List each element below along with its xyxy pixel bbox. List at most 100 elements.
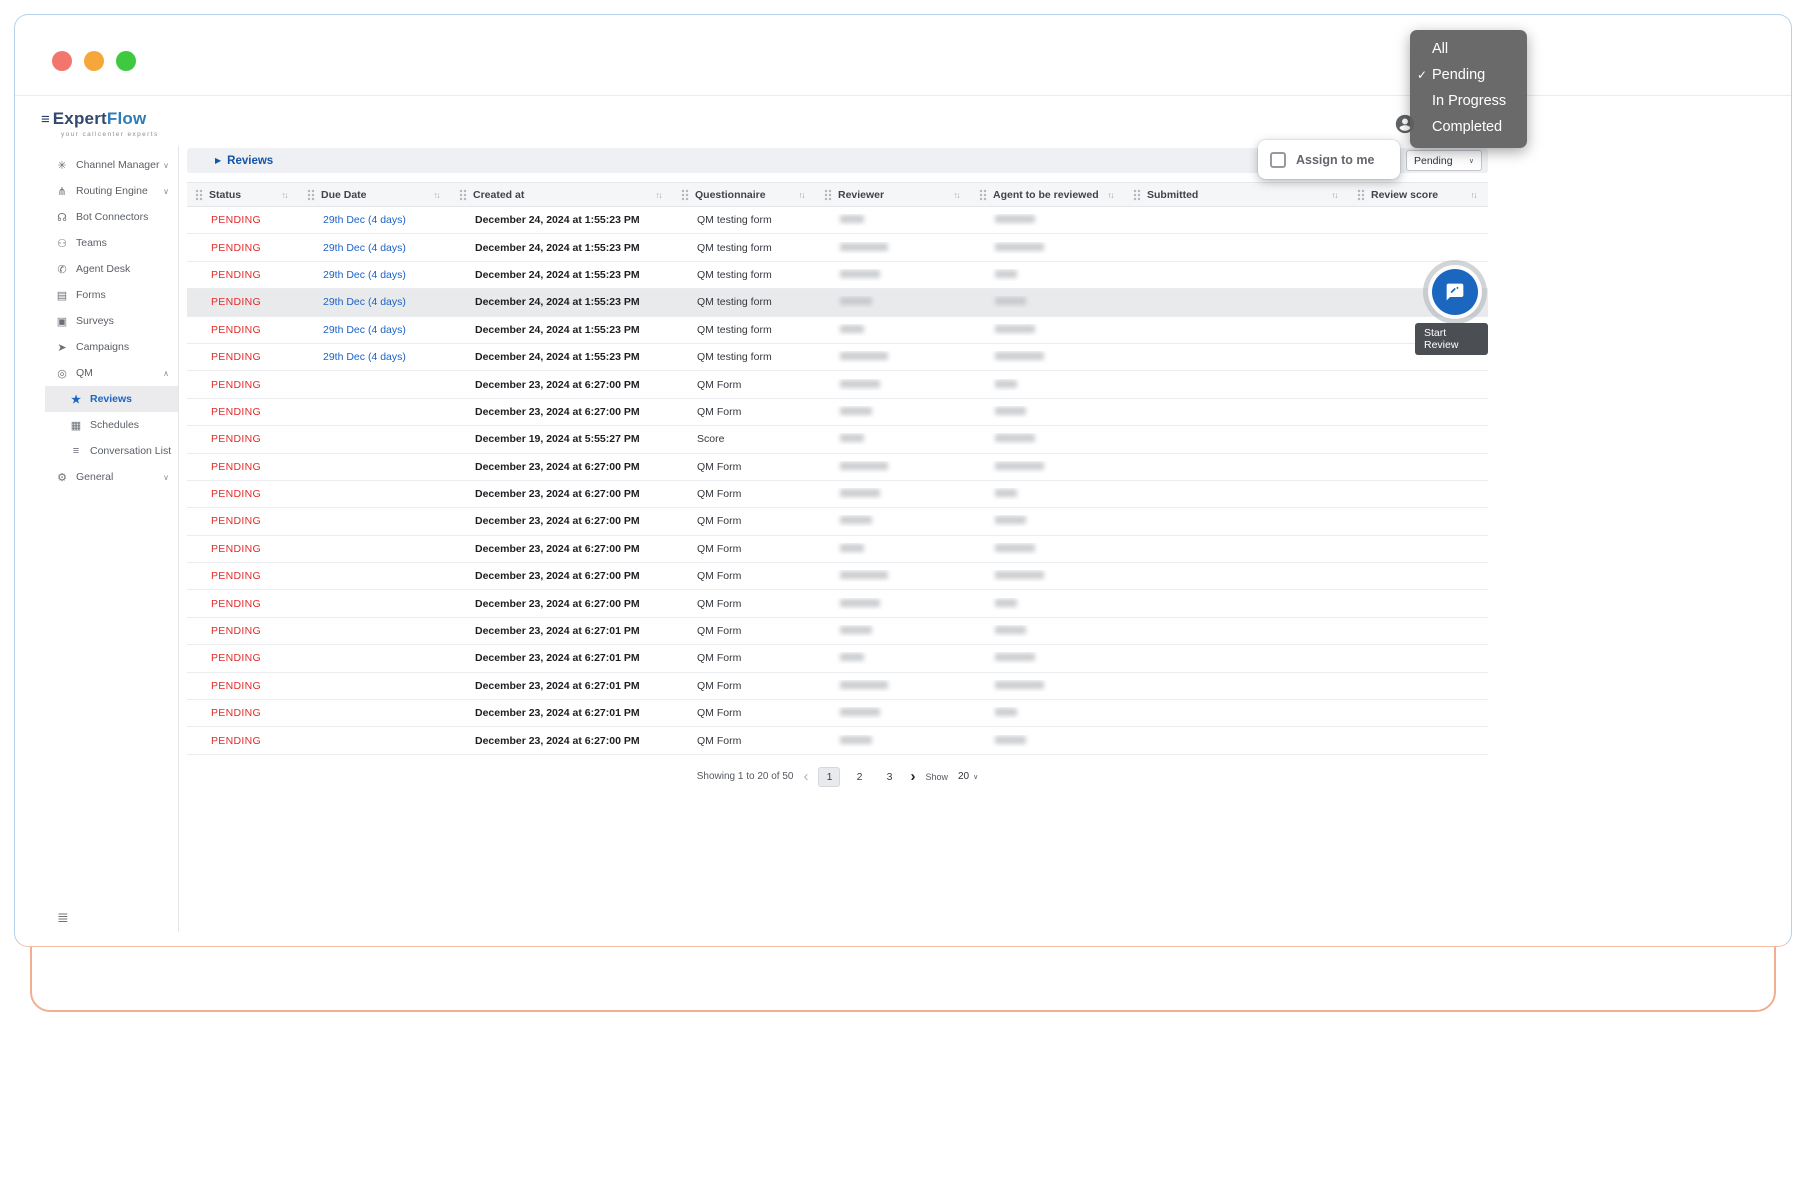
table-row[interactable]: PENDING December 23, 2024 at 6:27:01 PM QM… <box>187 673 1488 701</box>
chevron-down-icon[interactable]: ∨ <box>163 187 169 196</box>
column-header-review-score[interactable]: Review score ↑↓ <box>1349 183 1488 206</box>
sidebar-item-qm[interactable]: ◎ QM ∧ <box>45 360 178 386</box>
sort-icon[interactable]: ↑↓ <box>954 190 961 200</box>
table-row[interactable]: PENDING December 23, 2024 at 6:27:00 PM QM… <box>187 727 1488 755</box>
minimize-button[interactable] <box>84 51 104 71</box>
due-date-link[interactable]: 29th Dec (4 days) <box>323 242 406 254</box>
questionnaire-text: QM testing form <box>697 268 772 281</box>
sort-icon[interactable]: ↑↓ <box>282 190 289 200</box>
table-row[interactable]: PENDING December 23, 2024 at 6:27:00 PM QM… <box>187 563 1488 591</box>
column-header-status[interactable]: Status ↑↓ <box>187 183 299 206</box>
zoom-button[interactable] <box>116 51 136 71</box>
sort-icon[interactable]: ↑↓ <box>434 190 441 200</box>
reviewer-redacted <box>840 708 880 717</box>
table-row[interactable]: PENDING 29th Dec (4 days) December 24, 202… <box>187 289 1488 317</box>
dropdown-option-pending[interactable]: ✓ Pending <box>1410 62 1527 88</box>
drag-handle-icon[interactable] <box>824 188 832 201</box>
status-filter-select[interactable]: Pending ∨ <box>1406 150 1482 171</box>
due-date-link[interactable]: 29th Dec (4 days) <box>323 296 406 308</box>
sort-icon[interactable]: ↑↓ <box>1108 190 1115 200</box>
drag-handle-icon[interactable] <box>307 188 315 201</box>
sidebar-item-forms[interactable]: ▤ Forms <box>45 282 178 308</box>
chevron-down-icon[interactable]: ∨ <box>163 473 169 482</box>
dropdown-option-in-progress[interactable]: In Progress <box>1410 88 1527 114</box>
sidebar-item-routing-engine[interactable]: ⋔ Routing Engine ∨ <box>45 178 178 204</box>
created-at-text: December 23, 2024 at 6:27:00 PM <box>475 734 640 747</box>
surveys-icon: ▣ <box>56 315 68 328</box>
status-badge: PENDING <box>211 241 261 254</box>
column-header-created-at[interactable]: Created at ↑↓ <box>451 183 673 206</box>
due-date-link[interactable]: 29th Dec (4 days) <box>323 351 406 363</box>
assign-to-me-control[interactable]: Assign to me <box>1258 140 1400 179</box>
table-row[interactable]: PENDING 29th Dec (4 days) December 24, 202… <box>187 344 1488 372</box>
sidebar-item-agent-desk[interactable]: ✆ Agent Desk <box>45 256 178 282</box>
table-row[interactable]: PENDING 29th Dec (4 days) December 24, 202… <box>187 234 1488 262</box>
sidebar-item-reviews[interactable]: ★ Reviews <box>45 386 178 412</box>
page-size-select[interactable]: 20 ∨ <box>958 771 978 782</box>
page-button-2[interactable]: 2 <box>848 767 870 787</box>
next-page-button[interactable]: › <box>910 768 915 785</box>
table-row[interactable]: PENDING December 19, 2024 at 5:55:27 PM Sc… <box>187 426 1488 454</box>
table-row[interactable]: PENDING December 23, 2024 at 6:27:00 PM QM… <box>187 536 1488 564</box>
sidebar-item-conversation-list[interactable]: ≡ Conversation List <box>45 438 178 464</box>
due-date-link[interactable]: 29th Dec (4 days) <box>323 324 406 336</box>
close-button[interactable] <box>52 51 72 71</box>
column-header-submitted[interactable]: Submitted ↑↓ <box>1125 183 1349 206</box>
table-row[interactable]: PENDING December 23, 2024 at 6:27:00 PM QM… <box>187 399 1488 427</box>
sidebar-item-schedules[interactable]: ▦ Schedules <box>45 412 178 438</box>
table-row[interactable]: PENDING December 23, 2024 at 6:27:00 PM QM… <box>187 508 1488 536</box>
sidebar-item-campaigns[interactable]: ➤ Campaigns <box>45 334 178 360</box>
sidebar-item-surveys[interactable]: ▣ Surveys <box>45 308 178 334</box>
sort-icon[interactable]: ↑↓ <box>1332 190 1339 200</box>
start-review-button[interactable] <box>1432 269 1478 315</box>
column-header-reviewer[interactable]: Reviewer ↑↓ <box>816 183 971 206</box>
due-date-link[interactable]: 29th Dec (4 days) <box>323 269 406 281</box>
created-at-text: December 24, 2024 at 1:55:23 PM <box>475 296 640 309</box>
reviewer-redacted <box>840 653 864 662</box>
reviewer-redacted <box>840 242 888 251</box>
drag-handle-icon[interactable] <box>681 188 689 201</box>
questionnaire-text: QM Form <box>697 679 742 692</box>
drag-handle-icon[interactable] <box>195 188 203 201</box>
chevron-down-icon[interactable]: ∨ <box>163 161 169 170</box>
table-row[interactable]: PENDING December 23, 2024 at 6:27:01 PM QM… <box>187 700 1488 728</box>
assign-to-me-checkbox[interactable] <box>1270 151 1286 168</box>
drag-handle-icon[interactable] <box>979 188 987 201</box>
sidebar-footer-list-icon[interactable]: ≣ <box>57 909 69 926</box>
column-header-agent-to-be-reviewed[interactable]: Agent to be reviewed ↑↓ <box>971 183 1125 206</box>
table-row[interactable]: PENDING 29th Dec (4 days) December 24, 202… <box>187 262 1488 290</box>
sidebar-item-general[interactable]: ⚙ General ∨ <box>45 464 178 490</box>
table-row[interactable]: PENDING December 23, 2024 at 6:27:01 PM QM… <box>187 645 1488 673</box>
table-row[interactable]: PENDING December 23, 2024 at 6:27:00 PM QM… <box>187 590 1488 618</box>
table-row[interactable]: PENDING 29th Dec (4 days) December 24, 202… <box>187 207 1488 235</box>
dropdown-option-completed[interactable]: Completed <box>1410 114 1527 140</box>
questionnaire-text: QM Form <box>697 515 742 528</box>
dropdown-option-all[interactable]: All <box>1410 36 1527 62</box>
drag-handle-icon[interactable] <box>1357 188 1365 201</box>
table-row[interactable]: PENDING December 23, 2024 at 6:27:01 PM QM… <box>187 618 1488 646</box>
table-row[interactable]: PENDING December 23, 2024 at 6:27:00 PM QM… <box>187 371 1488 399</box>
column-header-due-date[interactable]: Due Date ↑↓ <box>299 183 451 206</box>
sidebar-item-channel-manager[interactable]: ✳ Channel Manager ∨ <box>45 152 178 178</box>
column-header-questionnaire[interactable]: Questionnaire ↑↓ <box>673 183 816 206</box>
drag-handle-icon[interactable] <box>1133 188 1141 201</box>
sort-icon[interactable]: ↑↓ <box>799 190 806 200</box>
questionnaire-text: QM testing form <box>697 351 772 364</box>
prev-page-button[interactable]: ‹ <box>803 768 808 785</box>
page-button-3[interactable]: 3 <box>878 767 900 787</box>
sidebar-item-bot-connectors[interactable]: ☊ Bot Connectors <box>45 204 178 230</box>
sort-icon[interactable]: ↑↓ <box>656 190 663 200</box>
created-at-text: December 23, 2024 at 6:27:00 PM <box>475 570 640 583</box>
table-row[interactable]: PENDING 29th Dec (4 days) December 24, 202… <box>187 317 1488 344</box>
general-icon: ⚙ <box>57 471 67 484</box>
due-date-link[interactable]: 29th Dec (4 days) <box>323 214 406 226</box>
page-button-1[interactable]: 1 <box>818 766 841 787</box>
table-row[interactable]: PENDING December 23, 2024 at 6:27:00 PM QM… <box>187 454 1488 481</box>
drag-handle-icon[interactable] <box>459 188 467 201</box>
sort-icon[interactable]: ↑↓ <box>1471 190 1478 200</box>
sidebar-item-teams[interactable]: ⚇ Teams <box>45 230 178 256</box>
table-row[interactable]: PENDING December 23, 2024 at 6:27:00 PM QM… <box>187 481 1488 509</box>
chevron-up-icon[interactable]: ∧ <box>163 369 169 378</box>
created-at-text: December 23, 2024 at 6:27:00 PM <box>475 378 640 391</box>
breadcrumb-label[interactable]: Reviews <box>227 155 273 167</box>
